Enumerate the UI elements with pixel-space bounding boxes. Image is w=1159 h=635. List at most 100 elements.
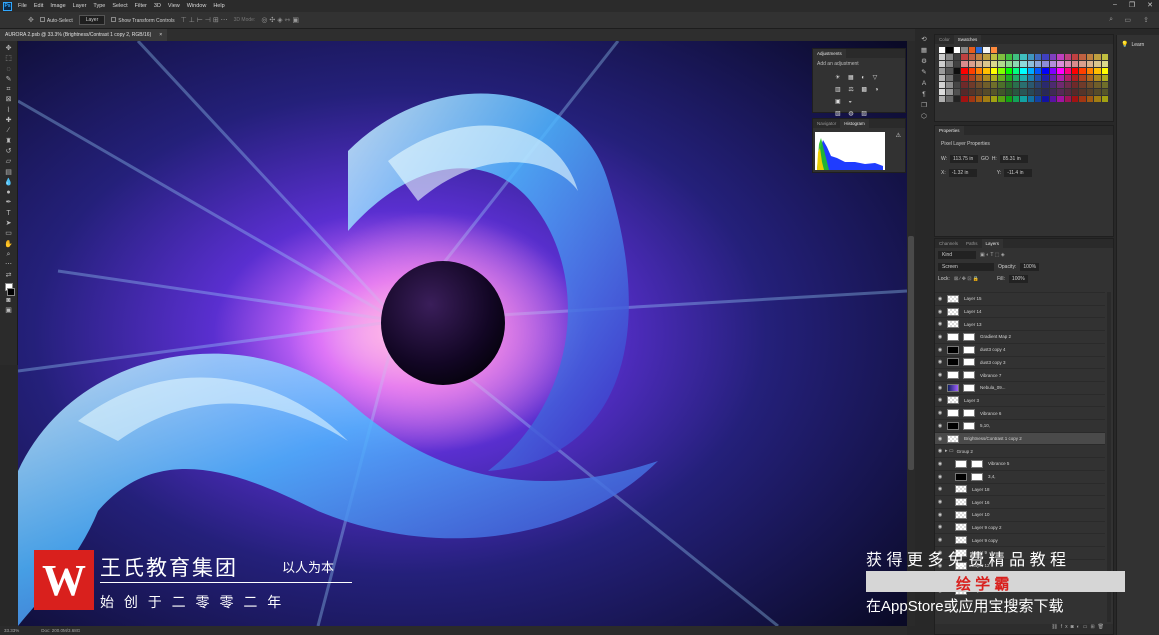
layer-row[interactable]: ◉ Layer 18 bbox=[935, 482, 1105, 496]
swatch[interactable] bbox=[946, 68, 953, 74]
swatch[interactable] bbox=[939, 68, 946, 74]
layer-mask-thumbnail[interactable] bbox=[963, 421, 975, 430]
more-tools-icon[interactable]: ⋯ bbox=[4, 260, 14, 270]
adjust-icon[interactable]: ⚙ bbox=[921, 57, 927, 66]
visibility-eye-icon[interactable]: ◉ bbox=[935, 334, 945, 340]
swatch[interactable] bbox=[1057, 54, 1064, 60]
swatch[interactable] bbox=[946, 61, 953, 67]
layer-row[interactable]: ◉ ▸ ▭ Group 2 bbox=[935, 444, 1105, 457]
path-select-tool-icon[interactable]: ➤ bbox=[4, 219, 14, 229]
filter-icons[interactable]: ▣ ◐ T ⬚ ◈ bbox=[980, 252, 1005, 258]
swatch[interactable] bbox=[968, 61, 975, 67]
swatch[interactable] bbox=[953, 82, 961, 88]
swatch[interactable] bbox=[998, 68, 1005, 74]
swatch[interactable] bbox=[975, 75, 983, 81]
swatch[interactable] bbox=[1049, 82, 1057, 88]
zoom-tool-icon[interactable]: ⌕ bbox=[4, 250, 14, 260]
swatch[interactable] bbox=[998, 82, 1005, 88]
layer-row[interactable]: ◉ Vibrance 7 bbox=[935, 368, 1105, 381]
fill-field[interactable]: 100% bbox=[1008, 275, 1028, 283]
layer-mask-thumbnail[interactable] bbox=[963, 409, 975, 418]
swatch[interactable] bbox=[1027, 89, 1035, 95]
swatch[interactable] bbox=[990, 47, 998, 53]
swatch[interactable] bbox=[975, 61, 983, 67]
swatch[interactable] bbox=[946, 82, 953, 88]
swatch[interactable] bbox=[1072, 54, 1079, 60]
swatch[interactable] bbox=[1012, 82, 1020, 88]
swatch[interactable] bbox=[990, 75, 998, 81]
gradient-tool-icon[interactable]: ▤ bbox=[4, 168, 14, 178]
swatch[interactable] bbox=[1027, 61, 1035, 67]
swatch[interactable] bbox=[1042, 75, 1049, 81]
swatch[interactable] bbox=[939, 82, 946, 88]
swatch[interactable] bbox=[1101, 82, 1108, 88]
swatch[interactable] bbox=[1020, 89, 1027, 95]
document-tab[interactable]: AURORA 2.psb @ 33.3% (Brightness/Contras… bbox=[0, 29, 168, 41]
swatch[interactable] bbox=[1057, 68, 1064, 74]
link-dimensions[interactable]: GO bbox=[981, 156, 989, 162]
swatch[interactable] bbox=[1086, 68, 1094, 74]
layer-row[interactable]: ◉ Layer 15 bbox=[935, 292, 1105, 305]
layer-mask-thumbnail[interactable] bbox=[971, 459, 983, 468]
swatch[interactable] bbox=[1101, 61, 1108, 67]
swatch[interactable] bbox=[1086, 75, 1094, 81]
visibility-eye-icon[interactable]: ◉ bbox=[935, 524, 945, 530]
paragraph-icon[interactable]: ¶ bbox=[922, 90, 926, 99]
tab-layers[interactable]: Layers bbox=[981, 239, 1004, 248]
swatch[interactable] bbox=[968, 47, 975, 53]
swatch[interactable] bbox=[1072, 96, 1079, 102]
blend-mode-dropdown[interactable]: Screen bbox=[938, 263, 994, 271]
swatch[interactable] bbox=[1035, 75, 1042, 81]
swatch[interactable] bbox=[1072, 68, 1079, 74]
swatch[interactable] bbox=[1086, 89, 1094, 95]
brush-settings-icon[interactable]: ✎ bbox=[921, 68, 926, 77]
layer-row[interactable]: ◉ dust3 copy 3 bbox=[935, 355, 1105, 369]
swatch[interactable] bbox=[1049, 96, 1057, 102]
swatch[interactable] bbox=[1072, 75, 1079, 81]
new-layer-icon[interactable]: ⊞ bbox=[1090, 624, 1097, 630]
y-field[interactable]: -11.4 in bbox=[1004, 169, 1033, 177]
swatch[interactable] bbox=[1042, 68, 1049, 74]
swatch[interactable] bbox=[1057, 61, 1064, 67]
background-color-swatch[interactable] bbox=[7, 287, 15, 296]
close-tab-icon[interactable]: × bbox=[159, 32, 162, 38]
swatch[interactable] bbox=[939, 75, 946, 81]
swatch[interactable] bbox=[1086, 54, 1094, 60]
menu-layer[interactable]: Layer bbox=[73, 3, 87, 9]
auto-select-target-dropdown[interactable]: Layer bbox=[78, 15, 106, 25]
swatch[interactable] bbox=[983, 54, 990, 60]
align-icons[interactable]: ⊤ ⊥ ⊢ ⊣ ⊞ ⋯ bbox=[181, 16, 228, 24]
swatch[interactable] bbox=[975, 68, 983, 74]
swatch[interactable] bbox=[1079, 54, 1086, 60]
visibility-eye-icon[interactable]: ◉ bbox=[935, 309, 945, 315]
swatch[interactable] bbox=[1020, 82, 1027, 88]
menu-filter[interactable]: Filter bbox=[135, 3, 147, 9]
layer-row[interactable]: ◉ Layer 3 bbox=[935, 393, 1105, 407]
swatch[interactable] bbox=[1020, 68, 1027, 74]
layer-mask-thumbnail[interactable] bbox=[963, 345, 975, 354]
visibility-eye-icon[interactable]: ◉ bbox=[935, 359, 945, 365]
swatch[interactable] bbox=[1101, 96, 1108, 102]
swatch[interactable] bbox=[1042, 89, 1049, 95]
swatch[interactable] bbox=[953, 61, 961, 67]
swatch[interactable] bbox=[939, 47, 946, 53]
visibility-eye-icon[interactable]: ◉ bbox=[935, 486, 945, 492]
frame-tool-icon[interactable]: ⊠ bbox=[4, 95, 14, 105]
swatch[interactable] bbox=[1035, 89, 1042, 95]
width-field[interactable]: 113.75 in bbox=[950, 155, 979, 163]
swatch[interactable] bbox=[1005, 61, 1012, 67]
swatch[interactable] bbox=[983, 82, 990, 88]
swatch[interactable] bbox=[990, 54, 998, 60]
swatch[interactable] bbox=[975, 82, 983, 88]
swatch[interactable] bbox=[998, 96, 1005, 102]
swatch[interactable] bbox=[1035, 61, 1042, 67]
swatch[interactable] bbox=[1042, 54, 1049, 60]
tab-histogram[interactable]: Histogram bbox=[840, 119, 869, 128]
swatch[interactable] bbox=[1094, 54, 1101, 60]
swatch[interactable] bbox=[1094, 96, 1101, 102]
trash-icon[interactable]: 🗑 bbox=[1098, 624, 1107, 630]
swatch[interactable] bbox=[1035, 96, 1042, 102]
screen-mode-icon[interactable]: ▣ bbox=[4, 306, 14, 316]
visibility-eye-icon[interactable]: ◉ bbox=[935, 347, 945, 353]
swatch[interactable] bbox=[983, 47, 990, 53]
